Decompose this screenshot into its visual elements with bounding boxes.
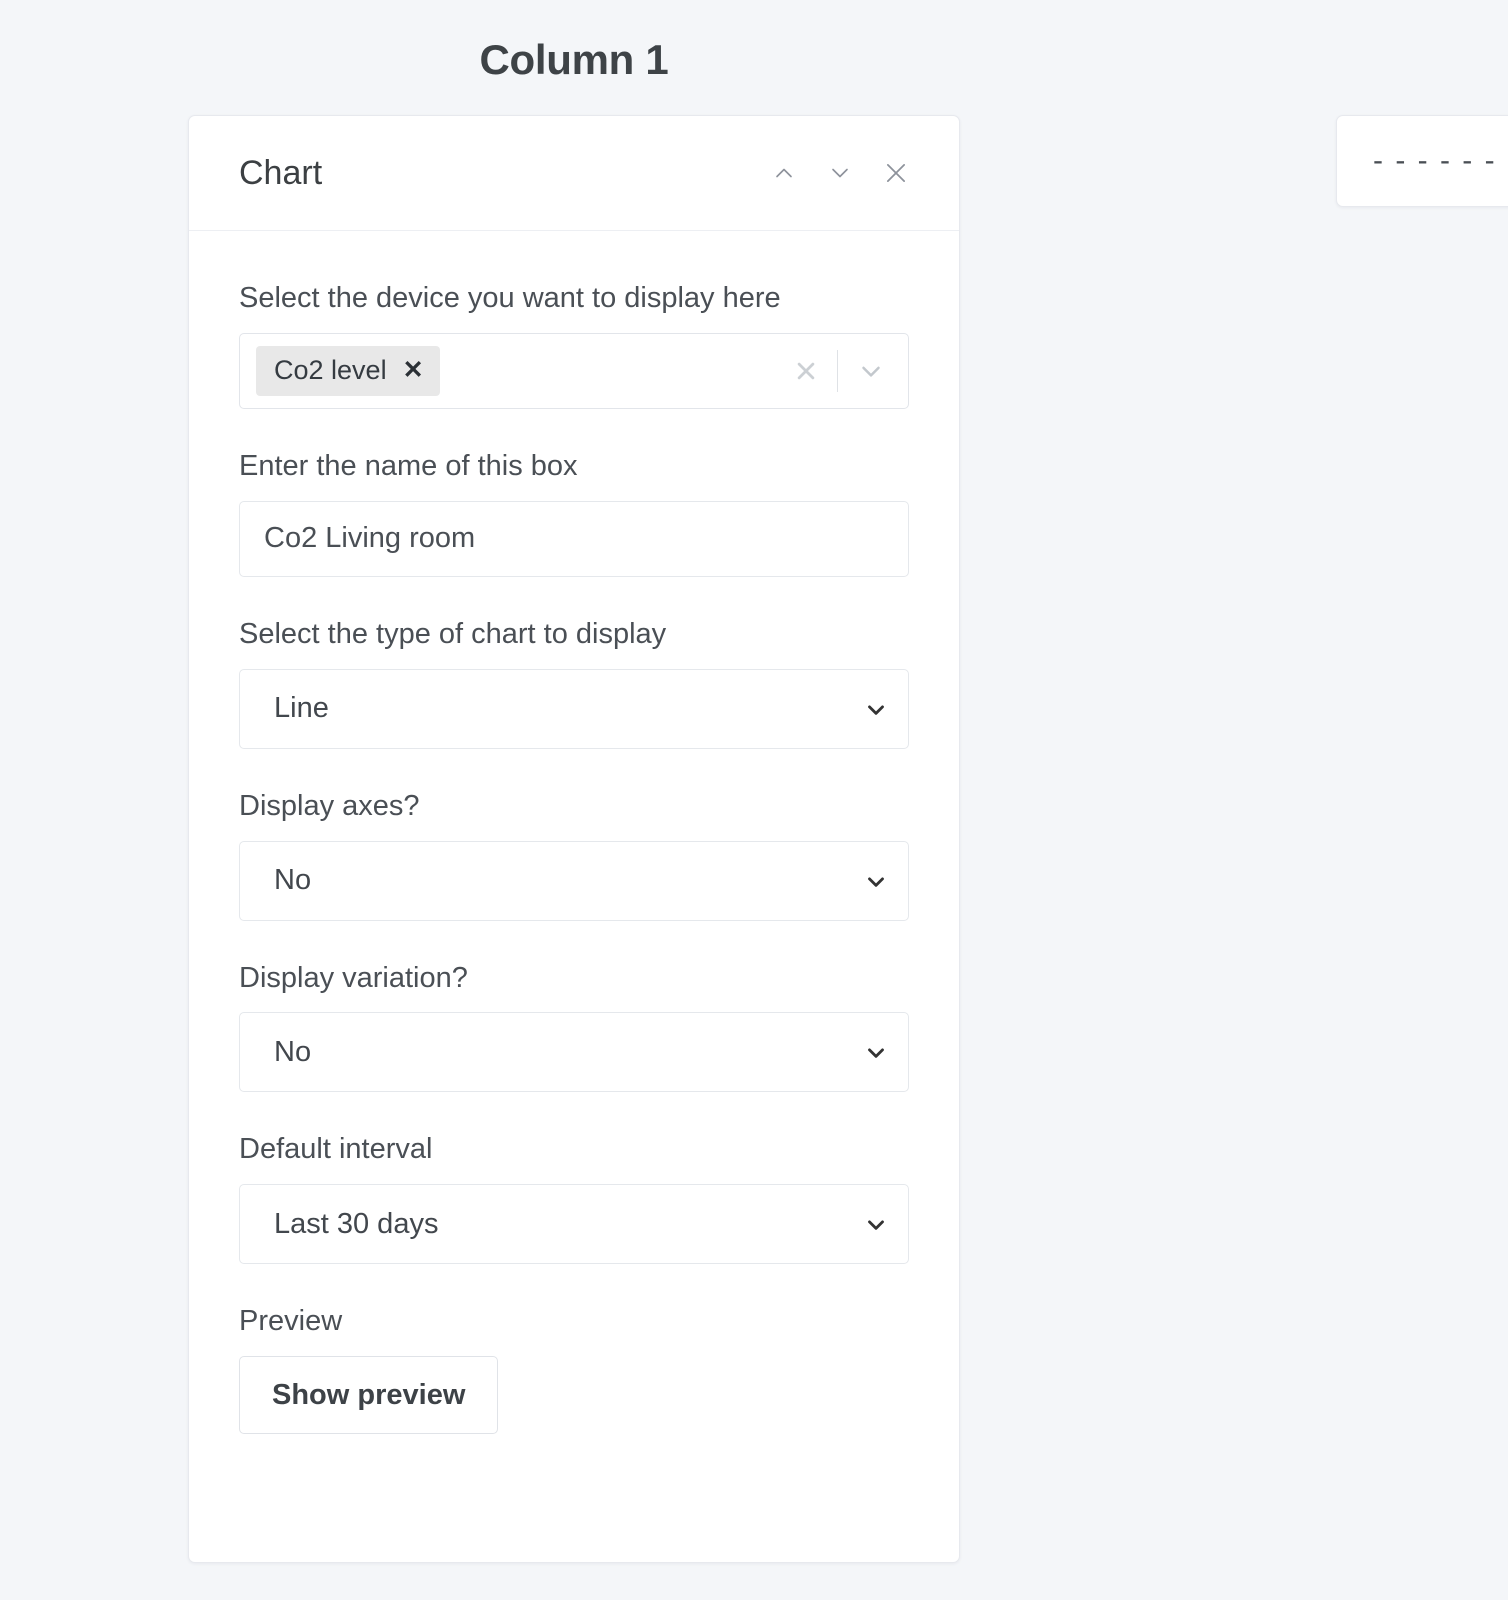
board-columns: Column 1 Chart Select the device you wan…: [0, 0, 1508, 1600]
default-interval-field-label: Default interval: [239, 1133, 433, 1166]
chart-widget-card: Chart Select the device you want to disp…: [188, 115, 960, 1563]
device-selected-chips: Co2 level ✕: [256, 345, 783, 396]
chevron-up-icon[interactable]: [767, 156, 801, 190]
display-variation-select-wrap: No: [239, 1012, 909, 1093]
display-axes-field: Display axes? No: [239, 789, 909, 921]
chip-remove-icon[interactable]: ✕: [403, 358, 424, 383]
display-variation-field-label: Display variation?: [239, 961, 468, 994]
chart-type-field: Select the type of chart to display Line: [239, 617, 909, 749]
multiselect-divider: [837, 349, 838, 392]
device-chip-label: Co2 level: [274, 355, 387, 386]
chart-type-select[interactable]: Line: [239, 668, 909, 749]
close-icon[interactable]: [879, 156, 913, 190]
device-field-label: Select the device you want to display he…: [239, 282, 781, 314]
display-axes-select-wrap: No: [239, 840, 909, 921]
column-1: Column 1 Chart Select the device you wan…: [0, 0, 1148, 1563]
chart-card-body: Select the device you want to display he…: [189, 231, 959, 1494]
chart-type-select-wrap: Line: [239, 668, 909, 749]
default-interval-field: Default interval Last 30 days: [239, 1133, 909, 1265]
chart-card-header-actions: [767, 156, 913, 190]
display-variation-field: Display variation? No: [239, 961, 909, 1093]
default-interval-select[interactable]: Last 30 days: [239, 1184, 909, 1265]
display-axes-select[interactable]: No: [239, 840, 909, 921]
chart-type-field-label: Select the type of chart to display: [239, 617, 667, 650]
display-variation-select[interactable]: No: [239, 1012, 909, 1093]
preview-field: Preview Show preview: [239, 1305, 909, 1435]
device-multiselect[interactable]: Co2 level ✕: [239, 332, 909, 409]
display-axes-field-label: Display axes?: [239, 789, 420, 822]
column-1-title: Column 1: [479, 36, 669, 83]
box-name-input[interactable]: [239, 500, 909, 577]
clear-selection-icon[interactable]: [783, 356, 829, 386]
chart-card-header: Chart: [189, 116, 959, 231]
chevron-down-icon[interactable]: [823, 156, 857, 190]
column-2-placeholder-card[interactable]: - - - - - - - - -: [1336, 115, 1508, 207]
box-name-field-label: Enter the name of this box: [239, 449, 578, 482]
default-interval-select-wrap: Last 30 days: [239, 1184, 909, 1265]
device-chip[interactable]: Co2 level ✕: [256, 345, 440, 396]
column-2-title: Column 2: [1148, 0, 1508, 92]
device-multiselect-actions: [783, 334, 896, 408]
placeholder-text: - - - - - - - - -: [1373, 144, 1508, 177]
preview-field-label: Preview: [239, 1305, 343, 1338]
box-name-field: Enter the name of this box: [239, 449, 909, 577]
dropdown-chevron-down-icon[interactable]: [846, 356, 896, 386]
show-preview-button[interactable]: Show preview: [239, 1356, 499, 1435]
device-field: Select the device you want to display he…: [239, 282, 909, 409]
chart-card-title: Chart: [239, 154, 323, 192]
column-2: Column 2 - - - - - - - - -: [1148, 0, 1508, 207]
